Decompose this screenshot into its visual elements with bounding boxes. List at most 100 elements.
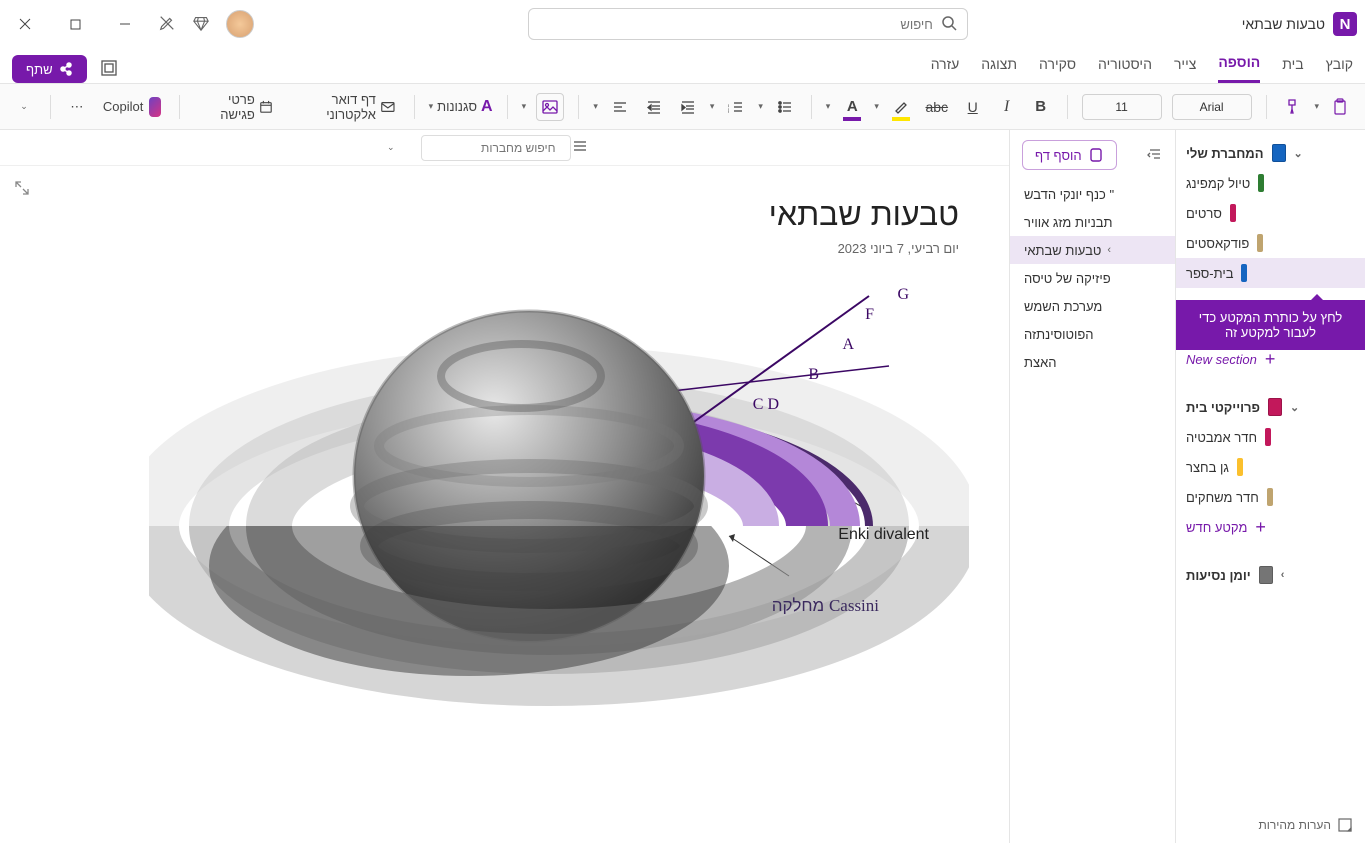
tab-history[interactable]: היסטוריה <box>1098 48 1152 83</box>
chevron-down-icon[interactable]: ▾ <box>593 101 598 112</box>
notebook-icon <box>1268 398 1282 416</box>
notebook-icon <box>1259 566 1273 584</box>
page-item[interactable]: פיזיקה של טיסה <box>1010 264 1175 292</box>
ribbon-collapse-button[interactable]: ⌄ <box>12 93 36 121</box>
close-button[interactable] <box>8 7 42 41</box>
tab-home[interactable]: בית <box>1282 48 1303 83</box>
clipboard-icon[interactable] <box>1327 93 1353 121</box>
section-movies[interactable]: סרטים <box>1176 198 1365 228</box>
plus-icon: + <box>1255 517 1266 538</box>
chevron-down-icon: ⌄ <box>1290 401 1299 414</box>
more-button[interactable]: ⋯ <box>65 93 89 121</box>
italic-button[interactable]: I <box>995 93 1019 121</box>
page-item[interactable]: תבניות מזג אוויר <box>1010 208 1175 236</box>
chevron-right-icon: › <box>1281 569 1285 581</box>
titlebar-left <box>8 7 254 41</box>
titlebar-right: N טבעות שבתאי <box>1242 12 1357 36</box>
chevron-down-icon[interactable]: ⌄ <box>387 142 395 153</box>
chevron-down-icon[interactable]: ▾ <box>522 101 527 112</box>
styles-button[interactable]: A סגנונות ▾ <box>428 93 492 121</box>
tab-view[interactable]: תצוגה <box>981 48 1017 83</box>
quick-notes[interactable]: הערות מהירות <box>1186 817 1353 833</box>
indent-decrease-button[interactable] <box>642 93 666 121</box>
tab-insert[interactable]: הוספה <box>1218 48 1260 83</box>
section-camping[interactable]: טיול קמפינג <box>1176 168 1365 198</box>
app-icon: N <box>1333 12 1357 36</box>
email-page-button[interactable]: דף דואר אלקטרוני <box>287 93 400 121</box>
chevron-down-icon[interactable]: ▾ <box>1314 101 1319 112</box>
notebook-icon <box>1272 144 1286 162</box>
meeting-details-button[interactable]: פרטי פגישה <box>194 93 277 121</box>
avatar[interactable] <box>226 10 254 38</box>
format-painter-icon[interactable] <box>1280 93 1306 121</box>
font-size-select[interactable]: 11 <box>1082 94 1162 120</box>
page-item[interactable]: ›טבעות שבתאי <box>1010 236 1175 264</box>
chevron-down-icon[interactable]: ▾ <box>710 101 715 112</box>
titlebar: N טבעות שבתאי <box>0 0 1365 48</box>
page-title[interactable]: טבעות שבתאי <box>20 196 959 233</box>
fullscreen-icon[interactable] <box>99 58 119 81</box>
note-area[interactable]: טבעות שבתאי יום רביעי, 7 ביוני 2023 <box>0 166 1009 843</box>
share-label: שתף <box>26 62 53 77</box>
minimize-button[interactable] <box>108 7 142 41</box>
tab-draw[interactable]: צייר <box>1174 48 1196 83</box>
sort-icon[interactable] <box>1147 146 1163 165</box>
highlight-button[interactable] <box>889 93 913 121</box>
tab-review[interactable]: סקירה <box>1039 48 1076 83</box>
chevron-down-icon[interactable]: ▾ <box>874 101 879 112</box>
bold-button[interactable]: B <box>1029 93 1053 121</box>
section-gameroom[interactable]: חדר משחקים <box>1176 482 1365 512</box>
font-name-select[interactable]: Arial <box>1172 94 1252 120</box>
chevron-right-icon: › <box>1107 244 1111 256</box>
page-item[interactable]: הפוטוסינתזה <box>1010 320 1175 348</box>
tooltip: לחץ על כותרת המקטע כדי לעבור למקטע זה <box>1176 300 1365 350</box>
pen-off-icon[interactable] <box>158 14 176 35</box>
chevron-down-icon[interactable]: ▾ <box>758 101 763 112</box>
page-item[interactable]: " כנף יונקי הדבש <box>1010 180 1175 208</box>
indent-increase-button[interactable] <box>676 93 700 121</box>
search-icon <box>941 15 957 34</box>
maximize-button[interactable] <box>58 7 92 41</box>
tab-help[interactable]: עזרה <box>931 48 960 83</box>
page-item[interactable]: מערכת השמש <box>1010 292 1175 320</box>
plus-icon: + <box>1265 349 1276 370</box>
main: ⌄ המחברת שלי טיול קמפינג סרטים פודקאסטים… <box>0 130 1365 843</box>
section-bathroom[interactable]: חדר אמבטיה <box>1176 422 1365 452</box>
add-page-button[interactable]: הוסף דף <box>1022 140 1117 170</box>
notebook-search-input[interactable] <box>401 141 556 155</box>
share-button[interactable]: שתף <box>12 55 87 83</box>
tabs: קובץ בית הוספה צייר היסטוריה סקירה תצוגה… <box>931 48 1353 83</box>
strikethrough-button[interactable]: abc <box>923 93 951 121</box>
saturn-image: G F A B C D Enki divalent Cassini מחלקה <box>49 246 969 843</box>
canvas: ⌄ טבעות שבתאי יום רביעי, 7 ביוני 2023 <box>0 130 1009 843</box>
align-button[interactable] <box>608 93 632 121</box>
ring-label-a: A <box>842 336 854 354</box>
page-item[interactable]: האצת <box>1010 348 1175 376</box>
notebook-search[interactable]: ⌄ <box>421 135 571 161</box>
tab-file[interactable]: קובץ <box>1326 48 1353 83</box>
insert-image-button[interactable] <box>536 93 564 121</box>
notebook-header[interactable]: ⌄ המחברת שלי <box>1176 138 1365 168</box>
copilot-button[interactable]: Copilot <box>99 93 165 121</box>
label-cassini: Cassini מחלקה <box>772 596 879 616</box>
ribbon: ▾ Arial 11 B I U abc ▾ A ▾ ▾ 123 ▾ ▾ ▾ A… <box>0 84 1365 130</box>
ring-label-cd: C D <box>753 396 779 414</box>
notebook-travel-header[interactable]: › יומן נסיעות <box>1176 560 1365 590</box>
svg-text:3: 3 <box>728 109 729 115</box>
search-box[interactable] <box>528 8 968 40</box>
hamburger-icon[interactable] <box>571 137 589 158</box>
tabs-row: קובץ בית הוספה צייר היסטוריה סקירה תצוגה… <box>0 48 1365 84</box>
new-section2-button[interactable]: +מקטע חדש <box>1176 512 1365 542</box>
section-podcasts[interactable]: פודקאסטים <box>1176 228 1365 258</box>
section-school[interactable]: בית-ספר <box>1176 258 1365 288</box>
chevron-down-icon[interactable]: ▾ <box>826 101 831 112</box>
underline-button[interactable]: U <box>961 93 985 121</box>
numbering-button[interactable]: 123 <box>724 93 748 121</box>
font-color-button[interactable]: A <box>840 93 864 121</box>
bullets-button[interactable] <box>773 93 797 121</box>
expand-icon[interactable] <box>14 180 30 199</box>
search-input[interactable] <box>539 17 933 32</box>
section-garden[interactable]: גן בחצר <box>1176 452 1365 482</box>
diamond-icon[interactable] <box>192 14 210 35</box>
notebook-projects-header[interactable]: ⌄ פרוייקטי בית <box>1176 392 1365 422</box>
